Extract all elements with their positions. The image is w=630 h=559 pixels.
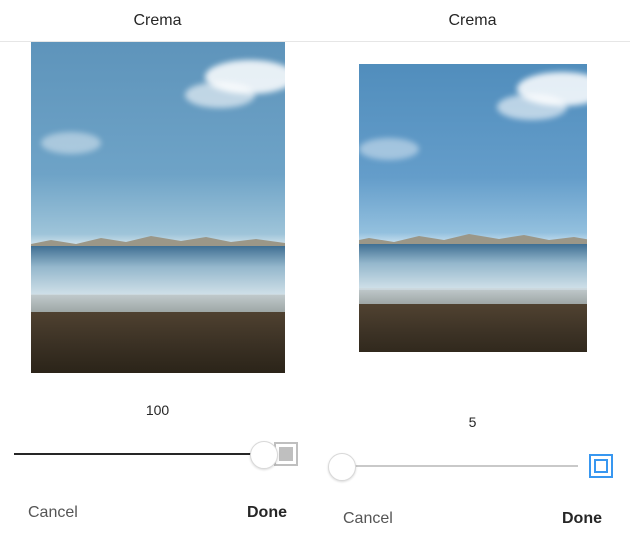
wet-sand	[349, 288, 597, 304]
slider-thumb[interactable]	[250, 441, 278, 469]
slider-wrap	[315, 452, 630, 480]
intensity-slider[interactable]	[329, 452, 578, 480]
footer: Cancel Done	[0, 477, 315, 559]
cancel-button[interactable]: Cancel	[28, 504, 78, 522]
wet-sand	[31, 294, 285, 312]
slider-thumb[interactable]	[328, 453, 356, 481]
panel-left: Crema 100	[0, 0, 315, 559]
sea	[31, 246, 285, 298]
cancel-button[interactable]: Cancel	[343, 510, 393, 528]
preview-area	[0, 42, 315, 382]
cloud	[497, 94, 567, 120]
done-button[interactable]: Done	[562, 510, 602, 528]
panel-right: Crema 5	[315, 0, 630, 559]
footer: Cancel Done	[315, 489, 630, 559]
intensity-slider[interactable]	[14, 440, 263, 468]
slider-row: 100	[0, 382, 315, 477]
cloud	[41, 132, 101, 154]
cloud	[359, 138, 419, 160]
photo-preview	[349, 54, 597, 362]
sea	[349, 244, 597, 292]
slider-value: 100	[0, 402, 315, 418]
done-button[interactable]: Done	[247, 504, 287, 522]
frame-toggle[interactable]	[588, 453, 614, 479]
filter-name-label: Crema	[0, 0, 315, 42]
preview-area	[315, 42, 630, 394]
app-root: Crema 100	[0, 0, 630, 559]
slider-row: 5	[315, 394, 630, 489]
slider-wrap	[0, 440, 315, 468]
cloud	[185, 82, 255, 108]
photo-preview	[31, 42, 285, 373]
filter-name-label: Crema	[315, 0, 630, 42]
slider-value: 5	[315, 414, 630, 430]
